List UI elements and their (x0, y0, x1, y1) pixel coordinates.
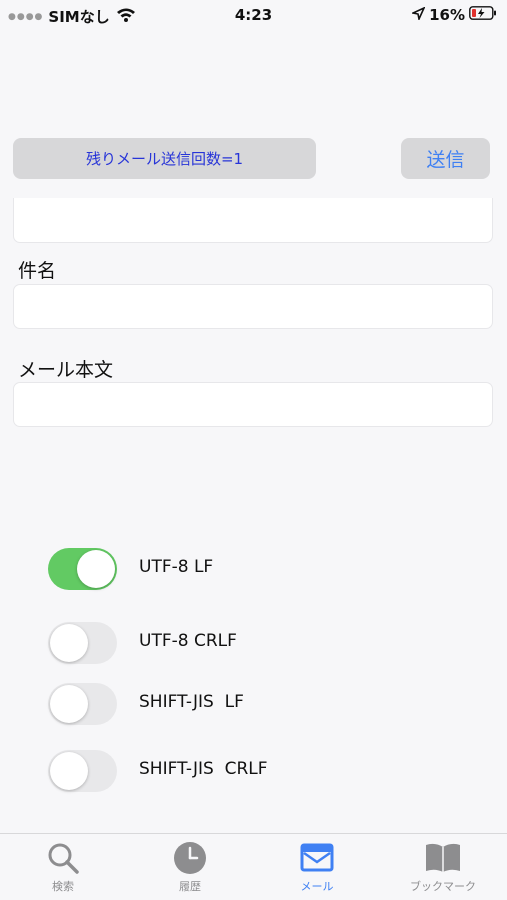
battery-percent: 16% (429, 6, 465, 24)
subject-label: 件名 (18, 260, 57, 282)
utf8-lf-toggle[interactable] (48, 548, 117, 590)
send-button[interactable]: 送信 (401, 138, 490, 179)
battery-icon (469, 6, 497, 24)
tab-history-label: 履歴 (179, 880, 201, 893)
body-label: メール本文 (18, 359, 114, 381)
status-right: 16% (410, 6, 497, 24)
utf8-crlf-label: UTF-8 CRLF (139, 631, 237, 651)
sjis-crlf-label: SHIFT-JIS CRLF (139, 759, 268, 779)
address-field[interactable] (13, 198, 493, 243)
bookmarks-icon (380, 841, 506, 875)
tab-mail[interactable]: メール (254, 841, 380, 897)
utf8-lf-label: UTF-8 LF (139, 557, 214, 577)
utf8-crlf-toggle[interactable] (48, 622, 117, 664)
toggle-knob (50, 752, 88, 790)
mail-screen: ●●●● SIMなし 4:23 16% 残りメール送信回数=1 送信 件名 メー… (0, 0, 507, 900)
location-icon (410, 6, 426, 24)
toggle-knob (50, 685, 88, 723)
sjis-lf-toggle[interactable] (48, 683, 117, 725)
tab-bookmarks[interactable]: ブックマーク (380, 841, 506, 897)
tab-bar: 検索 履歴 メール ブックマーク (0, 833, 507, 900)
subject-field[interactable] (13, 284, 493, 329)
search-icon (0, 841, 126, 875)
toggle-knob (50, 624, 88, 662)
tab-search-label: 検索 (52, 880, 74, 893)
sjis-lf-label: SHIFT-JIS LF (139, 692, 244, 712)
mail-icon (254, 841, 380, 875)
clock-icon (127, 841, 253, 875)
encoding-row-sjis-lf: SHIFT-JIS LF (48, 683, 468, 725)
body-field[interactable] (13, 382, 493, 427)
tab-bookmarks-label: ブックマーク (410, 880, 476, 893)
remaining-sends-button[interactable]: 残りメール送信回数=1 (13, 138, 316, 179)
encoding-row-utf8-crlf: UTF-8 CRLF (48, 622, 468, 664)
encoding-row-sjis-crlf: SHIFT-JIS CRLF (48, 750, 468, 792)
encoding-row-utf8-lf: UTF-8 LF (48, 548, 468, 590)
tab-history[interactable]: 履歴 (127, 841, 253, 897)
sjis-crlf-toggle[interactable] (48, 750, 117, 792)
tab-mail-label: メール (300, 880, 334, 893)
status-bar: ●●●● SIMなし 4:23 16% (0, 0, 507, 30)
tab-search[interactable]: 検索 (0, 841, 126, 897)
toggle-knob (77, 550, 115, 588)
